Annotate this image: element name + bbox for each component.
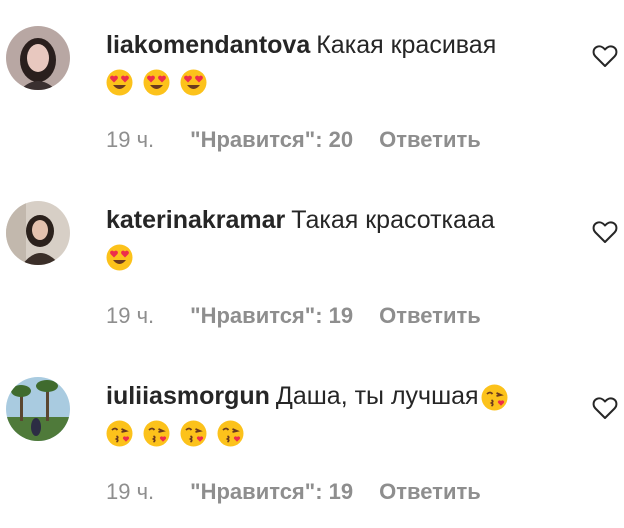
- heart-eyes-emoji-icon: [180, 69, 207, 96]
- comment-body: liakomendantova Какая красивая: [106, 27, 566, 99]
- kiss-heart-emoji-icon: [217, 420, 244, 447]
- reply-button[interactable]: Ответить: [379, 127, 481, 153]
- avatar[interactable]: [6, 26, 70, 90]
- comment-text: Какая красивая: [316, 31, 497, 59]
- kiss-heart-emoji-icon: [143, 420, 170, 447]
- comment-likes[interactable]: "Нравится": 20: [190, 127, 353, 153]
- avatar[interactable]: [6, 377, 70, 441]
- kiss-heart-emoji-icon: [180, 420, 207, 447]
- comment-meta: 19 ч. "Нравится": 19 Ответить: [106, 479, 481, 505]
- comment-meta: 19 ч. "Нравится": 19 Ответить: [106, 303, 481, 329]
- avatar[interactable]: [6, 201, 70, 265]
- comment-text: Такая красоткааа: [291, 206, 495, 234]
- comment-meta: 19 ч. "Нравится": 20 Ответить: [106, 127, 481, 153]
- reply-button[interactable]: Ответить: [379, 479, 481, 505]
- heart-eyes-emoji-icon: [106, 244, 133, 271]
- kiss-heart-emoji-icon: [481, 384, 508, 411]
- heart-eyes-emoji-icon: [143, 69, 170, 96]
- like-heart-icon[interactable]: [592, 396, 618, 420]
- comment-body: katerinakramar Такая красоткааа: [106, 202, 566, 274]
- comment-time[interactable]: 19 ч.: [106, 303, 154, 329]
- comment-likes[interactable]: "Нравится": 19: [190, 303, 353, 329]
- comment-time[interactable]: 19 ч.: [106, 479, 154, 505]
- comment-text: Даша, ты лучшая: [275, 382, 479, 410]
- comment-likes[interactable]: "Нравится": 19: [190, 479, 353, 505]
- like-heart-icon[interactable]: [592, 44, 618, 68]
- comment-username[interactable]: katerinakramar: [106, 206, 285, 234]
- comment-body: iuliiasmorgun Даша, ты лучшая: [106, 378, 566, 450]
- comment-username[interactable]: iuliiasmorgun: [106, 382, 270, 410]
- heart-eyes-emoji-icon: [106, 69, 133, 96]
- kiss-heart-emoji-icon: [106, 420, 133, 447]
- reply-button[interactable]: Ответить: [379, 303, 481, 329]
- comment-time[interactable]: 19 ч.: [106, 127, 154, 153]
- comment-username[interactable]: liakomendantova: [106, 31, 310, 59]
- like-heart-icon[interactable]: [592, 220, 618, 244]
